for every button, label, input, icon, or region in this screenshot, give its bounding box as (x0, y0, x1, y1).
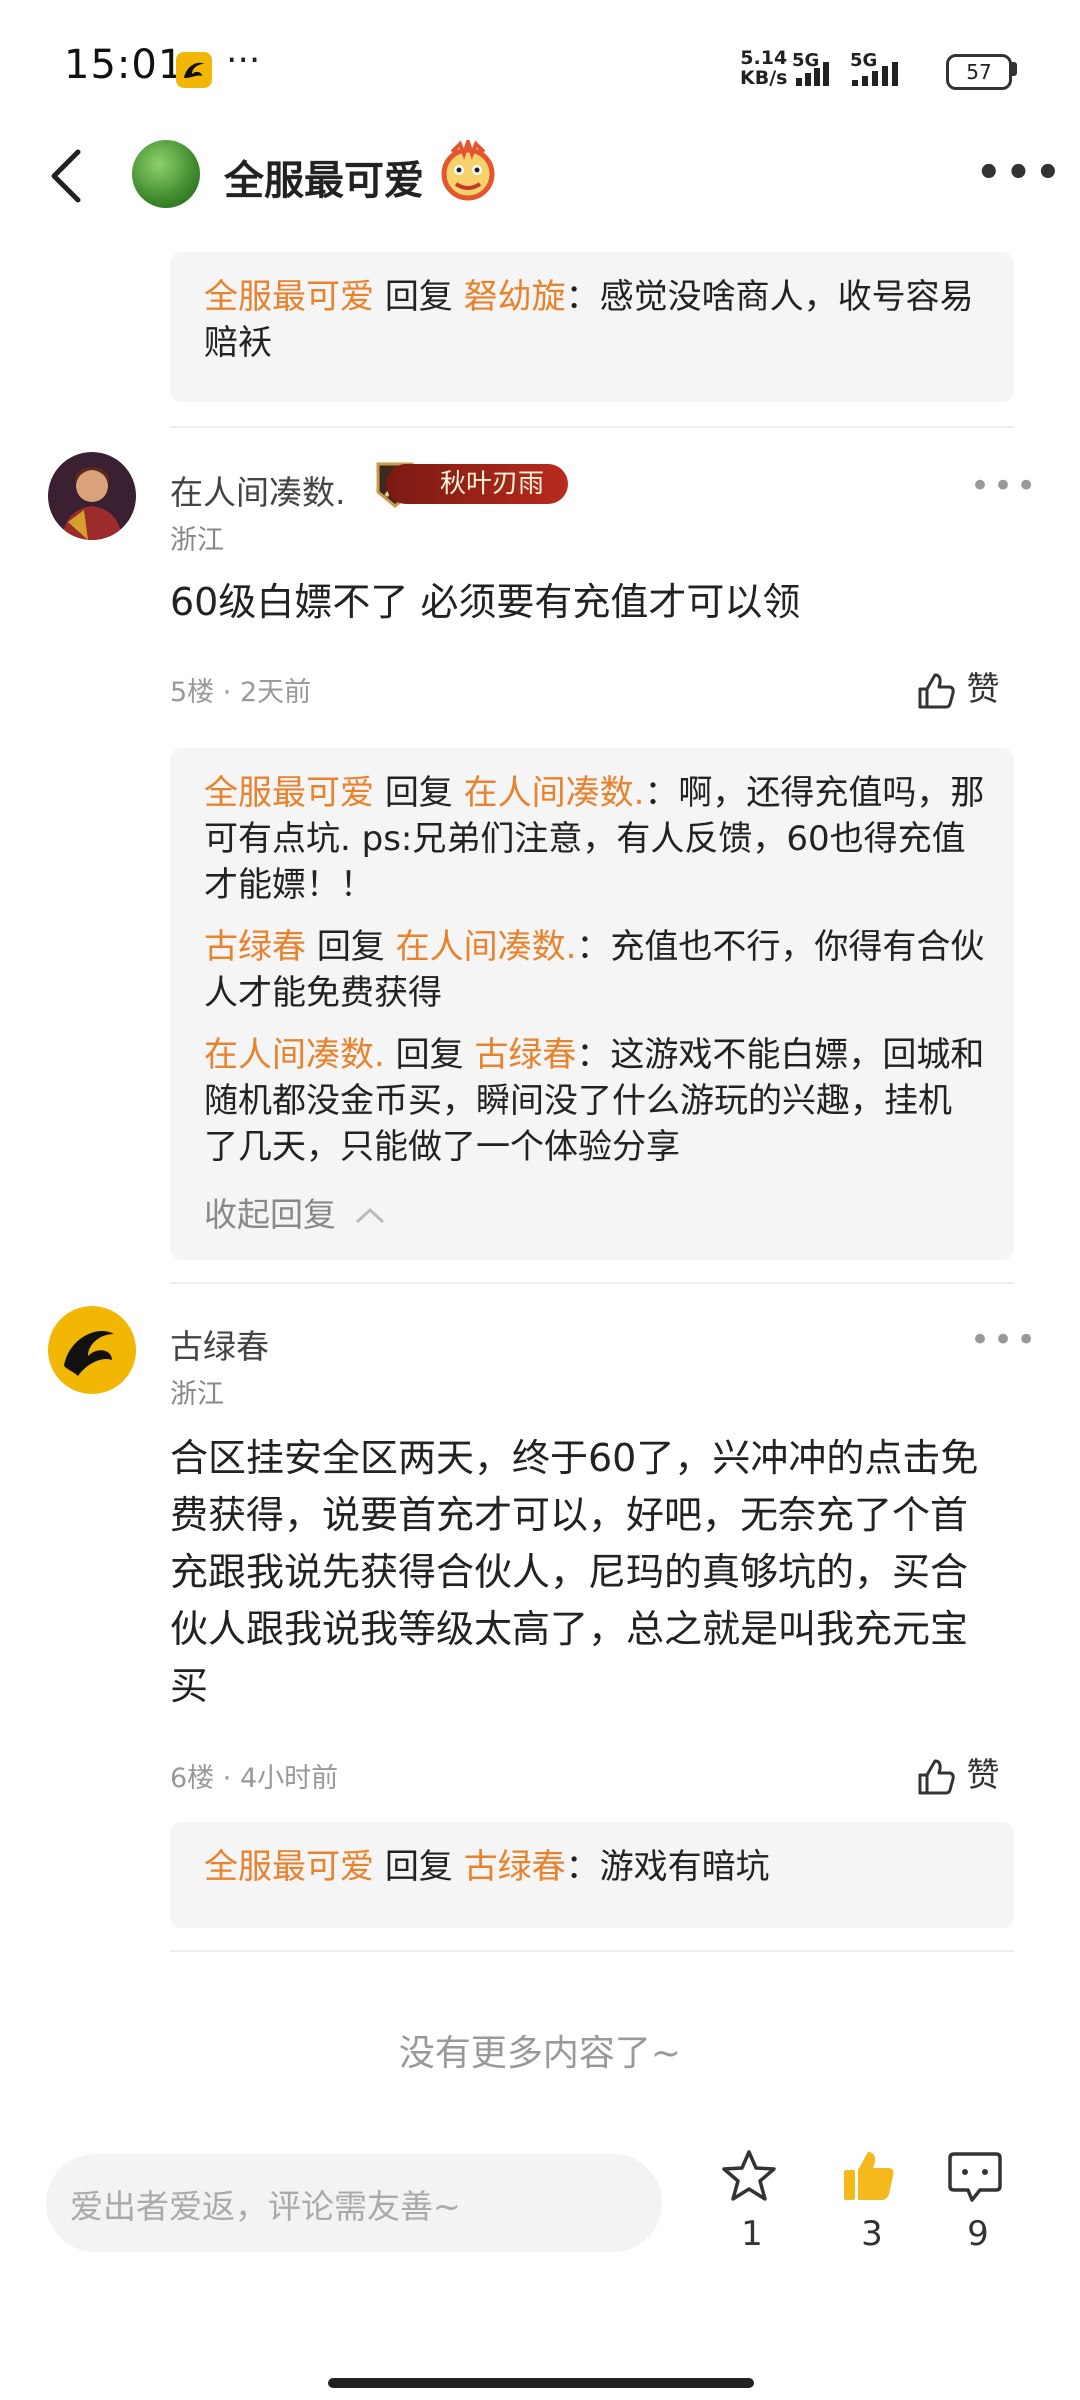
comment-time: 2天前 (239, 677, 312, 708)
favorite-button[interactable] (720, 2148, 786, 2208)
comment-input-placeholder: 爱出者爱返，评论需友善~ (70, 2187, 461, 2226)
reply-item[interactable]: 全服最可爱 回复 在人间凑数.：啊，还得充值吗，那 可有点坑. ps:兄弟们注意… (204, 770, 1004, 908)
comment-time: 4小时前 (239, 1763, 339, 1794)
comment-username[interactable]: 在人间凑数. (170, 466, 346, 514)
like-label: 赞 (966, 1755, 1000, 1794)
reply-text-line3: 了几天，只能做了一个体验分享 (204, 1127, 680, 1167)
network-speed-unit: KB/s (740, 67, 788, 89)
reply-author[interactable]: 全服最可爱 (204, 277, 374, 317)
comment-meta: 6楼 · 4小时前 (170, 1756, 338, 1795)
thumbs-up-filled-icon (844, 2152, 894, 2200)
reply-text-line2: 随机都没金币买，瞬间没了什么游玩的兴趣，挂机 (204, 1081, 952, 1121)
floor-number: 5楼 (170, 677, 215, 708)
reply-text-line2: 人才能免费获得 (204, 973, 442, 1013)
home-indicator[interactable] (328, 2378, 754, 2388)
reply-target[interactable]: 在人间凑数. (464, 773, 645, 813)
signal-1-icon (796, 62, 829, 86)
lion-dance-icon (438, 135, 498, 202)
reply-target[interactable]: 古绿春 (464, 1847, 566, 1887)
app-notification-icon (176, 52, 212, 88)
comment-meta: 5楼 · 2天前 (170, 670, 311, 709)
user-avatar[interactable] (48, 1306, 136, 1394)
favorite-count: 1 (741, 2214, 763, 2254)
user-badge[interactable]: 秋叶刃雨 (386, 464, 569, 504)
comment-line: 费获得，说要首充才可以，好吧，无奈充了个首 (170, 1493, 969, 1537)
collapse-replies-button[interactable]: 收起回复 (204, 1188, 387, 1236)
reply-text-line3: 才能嫖！！ (204, 865, 374, 905)
divider (170, 426, 1014, 428)
reply-word: 回复 (395, 1035, 464, 1075)
comment-location: 浙江 (170, 525, 224, 556)
collapse-label: 收起回复 (204, 1195, 336, 1234)
thumbs-up-icon (918, 1759, 955, 1794)
reply-author[interactable]: 在人间凑数. (204, 1035, 385, 1075)
meta-separator: · (222, 1763, 240, 1794)
reply-text: ：游戏有暗坑 (565, 1847, 770, 1887)
comment-location: 浙江 (170, 1379, 224, 1410)
reply-item[interactable]: 全服最可爱 回复 古绿春：游戏有暗坑 (204, 1844, 1004, 1890)
floor-number: 6楼 (170, 1763, 215, 1794)
more-notifications-icon: ··· (226, 40, 261, 81)
reply-word: 回复 (384, 1847, 453, 1887)
thumbs-up-icon (918, 673, 955, 708)
network-speed-value: 5.14 (740, 47, 788, 69)
comment-line: 合区挂安全区两天，终于60了，兴冲冲的点击免 (170, 1436, 979, 1480)
comment-more-button[interactable]: ••• (970, 1320, 1039, 1360)
reply-text-line2: 赔袄 (204, 323, 272, 363)
comment-more-button[interactable]: ••• (970, 466, 1039, 506)
comment-line: 买 (170, 1664, 209, 1708)
comment-bubble-icon (948, 2152, 1002, 2202)
reply-author[interactable]: 全服最可爱 (204, 1847, 374, 1887)
chevron-up-icon (355, 1207, 384, 1224)
like-count: 3 (861, 2214, 883, 2254)
reply-target[interactable]: 在人间凑数. (396, 927, 577, 967)
reply-text-line2: 可有点坑. ps:兄弟们注意，有人反馈，60也得充值 (204, 819, 966, 859)
like-button[interactable]: 赞 (916, 662, 1000, 711)
header-avatar[interactable] (132, 140, 200, 208)
reply-text: ：啊，还得充值吗，那 (644, 773, 985, 813)
comments-button[interactable] (946, 2148, 1012, 2208)
network-speed: 5.14 KB/s (740, 48, 787, 88)
battery-tip (1012, 62, 1017, 76)
reply-item[interactable]: 全服最可爱 回复 砮幼旋：感觉没啥商人，收号容易 赔袄 (204, 274, 994, 366)
like-post-button[interactable] (840, 2148, 906, 2208)
meta-separator: · (222, 677, 240, 708)
comment-line: 伙人跟我说我等级太高了，总之就是叫我充元宝 (170, 1607, 969, 1651)
status-time: 15:01 (64, 42, 185, 88)
reply-text: ：充值也不行，你得有合伙 (576, 927, 985, 967)
no-more-content: 没有更多内容了~ (398, 2033, 682, 2074)
comment-line: 充跟我说先获得合伙人，尼玛的真够坑的，买合 (170, 1550, 969, 1594)
signal-2-icon (852, 62, 898, 86)
reply-target[interactable]: 砮幼旋 (464, 277, 566, 317)
reply-item[interactable]: 古绿春 回复 在人间凑数.：充值也不行，你得有合伙 人才能免费获得 (204, 924, 1004, 1016)
comment-count: 9 (967, 2214, 989, 2254)
reply-text: ：这游戏不能白嫖，回城和 (576, 1035, 985, 1075)
comment-content: 60级白嫖不了 必须要有充值才可以领 (170, 580, 801, 624)
like-label: 赞 (966, 669, 1000, 708)
reply-author[interactable]: 古绿春 (204, 927, 306, 967)
reply-word: 回复 (316, 927, 385, 967)
reply-author[interactable]: 全服最可爱 (204, 773, 374, 813)
back-button[interactable] (40, 140, 100, 210)
reply-word: 回复 (384, 277, 453, 317)
reply-target[interactable]: 古绿春 (474, 1035, 576, 1075)
page-title: 全服最可爱 (224, 158, 424, 204)
user-avatar[interactable] (48, 452, 136, 540)
divider (170, 1282, 1014, 1284)
reply-word: 回复 (384, 773, 453, 813)
comment-username[interactable]: 古绿春 (170, 1320, 269, 1368)
chevron-left-icon (51, 149, 81, 203)
like-button[interactable]: 赞 (916, 1748, 1000, 1797)
battery-icon: 57 (946, 54, 1012, 90)
divider (170, 1950, 1014, 1952)
comment-content: 合区挂安全区两天，终于60了，兴冲冲的点击免 费获得，说要首充才可以，好吧，无奈… (170, 1430, 1020, 1715)
more-button[interactable]: ••• (976, 150, 1065, 196)
reply-item[interactable]: 在人间凑数. 回复 古绿春：这游戏不能白嫖，回城和 随机都没金币买，瞬间没了什么… (204, 1032, 1004, 1170)
reply-text: ：感觉没啥商人，收号容易 (565, 277, 974, 317)
star-icon (722, 2150, 776, 2201)
